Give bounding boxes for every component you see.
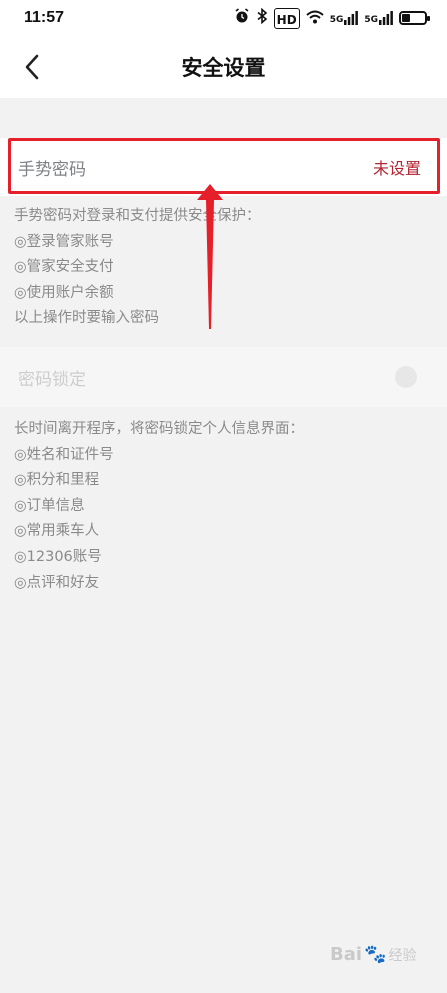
status-time: 11:57 — [24, 9, 65, 26]
screen: 11:57 HD 5G 5G 安全设置 手势密码 未设置 手势密码对登录和支付提… — [0, 0, 447, 993]
gesture-password-status: 未设置 — [372, 159, 421, 178]
hd-icon: HD — [273, 7, 300, 29]
description-line: ◎姓名和证件号 — [14, 446, 114, 463]
battery-icon — [399, 11, 430, 25]
description-line: ◎积分和里程 — [14, 472, 100, 489]
password-lock-row: 密码锁定 — [0, 347, 447, 407]
nav-bar: 安全设置 — [0, 36, 447, 98]
description-line: ◎订单信息 — [14, 497, 85, 514]
paw-icon: 🐾 — [364, 944, 387, 965]
baidu-watermark: Bai 🐾 经验 — [330, 944, 417, 965]
gesture-password-label: 手势密码 — [18, 159, 86, 180]
alarm-icon — [234, 8, 250, 28]
status-icons: HD 5G 5G — [234, 7, 430, 29]
description-line: 长时间离开程序，将密码锁定个人信息界面： — [14, 421, 304, 437]
lock-description: 长时间离开程序，将密码锁定个人信息界面： ◎姓名和证件号 ◎积分和里程 ◎订单信… — [14, 417, 304, 596]
5g-signal-icon: 5G — [330, 11, 359, 25]
wifi-icon — [306, 9, 324, 28]
bluetooth-icon — [256, 7, 268, 28]
page-title: 安全设置 — [181, 56, 266, 80]
5g-signal-icon: 5G — [364, 11, 393, 25]
password-lock-toggle[interactable] — [395, 366, 417, 388]
back-button[interactable] — [14, 48, 50, 86]
password-lock-label: 密码锁定 — [18, 369, 86, 390]
description-line: ◎常用乘车人 — [14, 523, 100, 540]
description-line: ◎点评和好友 — [14, 574, 100, 591]
battery-fill — [402, 14, 410, 22]
red-arrow-annotation — [197, 184, 223, 329]
status-bar: 11:57 HD 5G 5G — [0, 0, 447, 36]
chevron-left-icon — [25, 54, 39, 80]
description-line: ◎12306账号 — [14, 548, 102, 565]
